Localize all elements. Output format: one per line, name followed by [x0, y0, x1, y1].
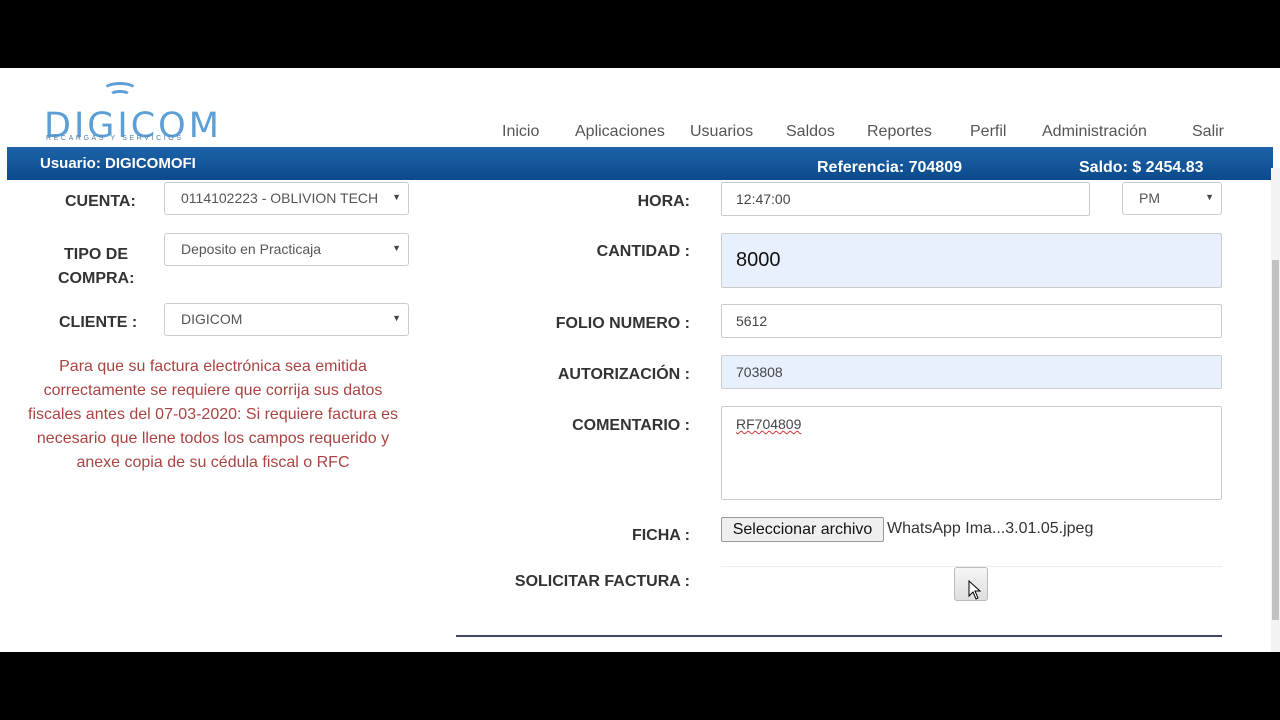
chevron-down-icon: ▼	[1205, 192, 1214, 202]
nav-perfil[interactable]: Perfil	[970, 123, 1006, 141]
comentario-label: COMENTARIO :	[572, 417, 690, 434]
ficha-label: FICHA :	[631, 527, 690, 544]
factura-notice: Para que su factura electrónica sea emit…	[28, 358, 398, 471]
cuenta-select[interactable]: 0114102223 - OBLIVION TECH ▼	[164, 182, 409, 215]
usuario-text: Usuario: DIGICOMOFI	[40, 155, 196, 172]
tipo-compra-select[interactable]: Deposito en Practicaja ▼	[164, 233, 409, 266]
nav-saldos[interactable]: Saldos	[786, 123, 835, 141]
hora-input[interactable]: 12:47:00	[721, 182, 1090, 216]
wifi-arc-icon	[109, 90, 131, 101]
cantidad-input[interactable]: 8000	[721, 233, 1222, 288]
tipo-label-line2: COMPRA:	[58, 270, 135, 287]
folio-value: 5612	[736, 313, 768, 329]
tipo-compra-label: TIPO DE COMPRA:	[58, 243, 134, 291]
nav-administracion[interactable]: Administración	[1042, 123, 1147, 141]
nav-inicio[interactable]: Inicio	[502, 123, 539, 141]
status-bar: Usuario: DIGICOMOFI Referencia: 704809 S…	[7, 147, 1273, 180]
page: DIGICOM RECARGAS Y SERVICIOS Inicio Apli…	[0, 68, 1280, 652]
chevron-down-icon: ▼	[392, 243, 401, 253]
cliente-select[interactable]: DIGICOM ▼	[164, 303, 409, 336]
autorizacion-label: AUTORIZACIÓN :	[557, 366, 690, 383]
autorizacion-input[interactable]: 703808	[721, 355, 1222, 389]
referencia-text: Referencia: 704809	[817, 159, 962, 176]
nav-usuarios[interactable]: Usuarios	[690, 123, 753, 141]
file-name: WhatsApp Ima...3.01.05.jpeg	[887, 520, 1094, 537]
cuenta-label: CUENTA:	[65, 193, 136, 210]
hora-label: HORA:	[637, 193, 690, 210]
chevron-down-icon: ▼	[392, 313, 401, 323]
folio-label: FOLIO NUMERO :	[555, 315, 690, 332]
form-bottom-divider	[456, 635, 1222, 637]
nav-salir[interactable]: Salir	[1192, 123, 1224, 141]
comentario-textarea[interactable]: RF704809	[721, 406, 1222, 500]
chevron-down-icon: ▼	[392, 192, 401, 202]
ampm-value: PM	[1139, 190, 1160, 206]
scrollbar-thumb[interactable]	[1272, 260, 1279, 620]
folio-input[interactable]: 5612	[721, 304, 1222, 338]
tipo-label-line1: TIPO DE	[63, 246, 128, 263]
main-nav: Inicio Aplicaciones Usuarios Saldos Repo…	[0, 123, 1280, 145]
nav-aplicaciones[interactable]: Aplicaciones	[575, 123, 665, 141]
saldo-text: Saldo: $ 2454.83	[1079, 159, 1204, 176]
cliente-value: DIGICOM	[181, 311, 243, 327]
comentario-value: RF704809	[736, 416, 802, 432]
ampm-select[interactable]: PM ▼	[1122, 182, 1222, 215]
solicitar-factura-label: SOLICITAR FACTURA :	[514, 573, 690, 590]
cuenta-value: 0114102223 - OBLIVION TECH	[181, 190, 379, 206]
file-select-button[interactable]: Seleccionar archivo	[721, 517, 884, 542]
cursor-icon	[968, 580, 982, 600]
hora-value: 12:47:00	[736, 191, 791, 207]
cantidad-label: CANTIDAD :	[596, 243, 690, 260]
autorizacion-value: 703808	[736, 364, 783, 380]
cliente-label: CLIENTE :	[59, 314, 138, 331]
tipo-value: Deposito en Practicaja	[181, 241, 322, 257]
cantidad-value: 8000	[736, 249, 781, 271]
scrollbar[interactable]	[1271, 168, 1280, 652]
nav-reportes[interactable]: Reportes	[867, 123, 932, 141]
